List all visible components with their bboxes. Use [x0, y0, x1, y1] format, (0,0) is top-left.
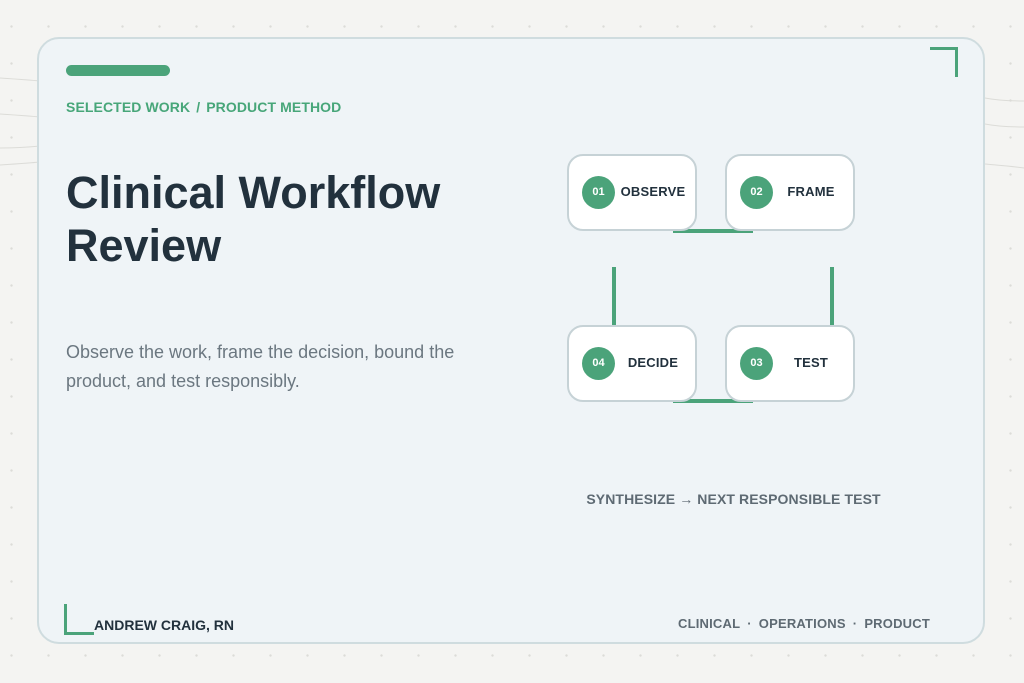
step-decide: 04 DECIDE — [567, 325, 697, 402]
step-label: FRAME — [787, 184, 835, 199]
page-subtitle: Observe the work, frame the decision, bo… — [66, 342, 455, 391]
step-observe: 01 OBSERVE — [567, 154, 697, 231]
accent-bar — [66, 65, 170, 76]
step-frame: 02 FRAME — [725, 154, 855, 231]
breadcrumb: SELECTED WORK / PRODUCT METHOD — [66, 99, 341, 115]
tag-operations: OPERATIONS — [758, 616, 846, 631]
page-title: Clinical Workflow Review — [66, 167, 441, 271]
author-name: ANDREW CRAIG, RN — [94, 617, 234, 633]
step-label: TEST — [793, 355, 829, 370]
step-test: 03 TEST — [725, 325, 855, 402]
step-number-badge: 02 — [740, 176, 773, 209]
step-label: OBSERVE — [620, 184, 686, 199]
method-cycle-diagram: 01 OBSERVE 02 FRAME 03 TEST 04 DECIDE — [540, 140, 880, 430]
breadcrumb-separator: / — [196, 99, 201, 115]
tag-product: PRODUCT — [864, 616, 930, 631]
tag-clinical: CLINICAL — [677, 616, 741, 631]
footer-tags: CLINICAL · OPERATIONS · PRODUCT — [678, 616, 930, 631]
step-number-badge: 04 — [582, 347, 615, 380]
step-number-badge: 01 — [582, 176, 615, 209]
corner-bracket-bottom-left — [64, 604, 94, 635]
breadcrumb-section: SELECTED WORK — [66, 99, 191, 115]
tag-separator: · — [747, 616, 752, 631]
connector-decide-observe — [612, 267, 616, 325]
step-label: DECIDE — [627, 355, 679, 370]
corner-bracket-top-right — [930, 47, 958, 77]
connector-frame-test — [830, 267, 834, 325]
diagram-caption: SYNTHESIZE → NEXT RESPONSIBLE TEST — [586, 491, 881, 507]
step-number-badge: 03 — [740, 347, 773, 380]
tag-separator: · — [852, 616, 858, 631]
breadcrumb-page: PRODUCT METHOD — [206, 99, 342, 115]
